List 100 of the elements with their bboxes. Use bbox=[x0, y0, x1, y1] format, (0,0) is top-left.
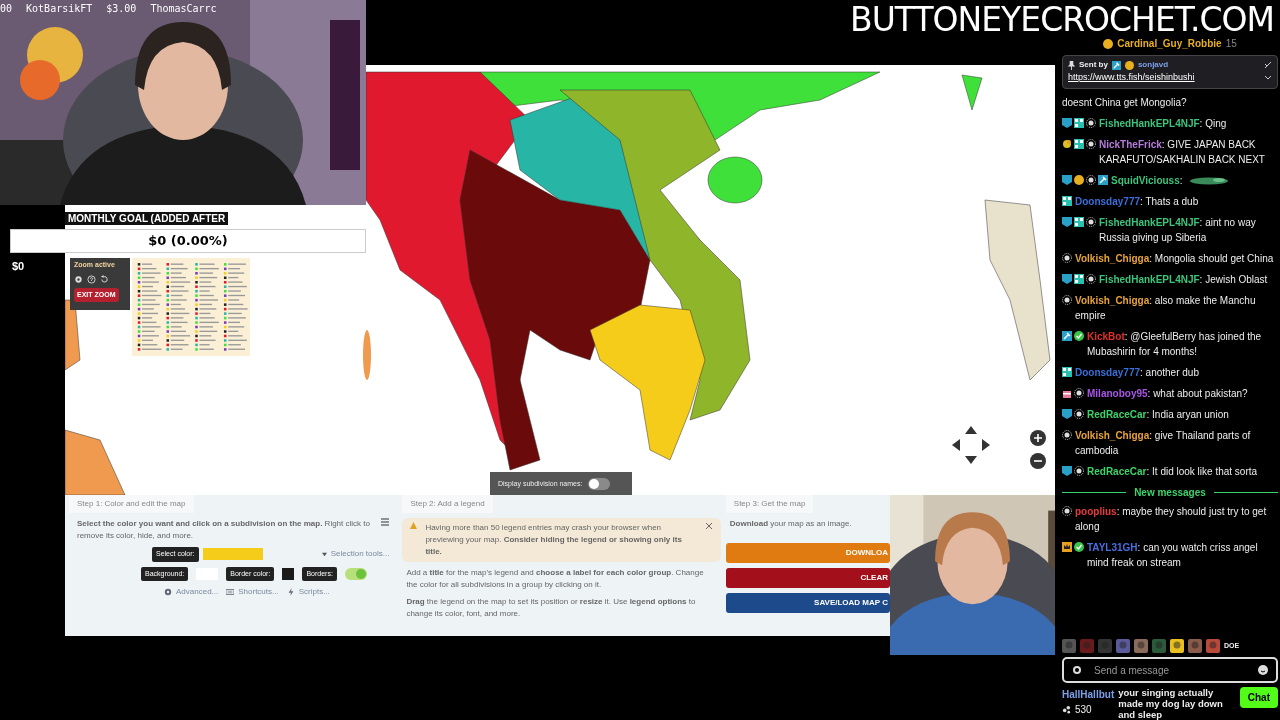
shield-badge-icon bbox=[1062, 216, 1072, 227]
coin-badge-icon bbox=[1074, 174, 1084, 185]
chat-message: NickTheFrick: GIVE JAPAN BACK KARAFUTO/SAKHALIN BACK NEXT bbox=[1099, 137, 1266, 167]
download-button[interactable]: DOWNLOA bbox=[725, 543, 890, 563]
selection-tools-link[interactable]: Selection tools... bbox=[330, 548, 390, 561]
chat-message: FishedHankEPL4NJF: aint no way Russia giving up Siberia bbox=[1099, 215, 1257, 245]
check-badge-icon bbox=[1074, 541, 1084, 552]
link[interactable]: https://www.tts.fish/seishinbushi bbox=[1068, 71, 1195, 85]
zoom-out-icon[interactable] bbox=[1030, 453, 1046, 469]
user-name: sonjavd bbox=[1137, 59, 1169, 71]
goal-amount: $0 (0.00%) bbox=[148, 232, 228, 251]
region-shape bbox=[65, 429, 126, 495]
zoom-in-icon[interactable] bbox=[1030, 430, 1046, 446]
chat-message: Doonsday777: another dub bbox=[1075, 365, 1200, 380]
chat-message: RedRaceCar: It did look like that sorta bbox=[1087, 464, 1259, 479]
chat-message: SquidViciouss: bbox=[1111, 173, 1183, 188]
coin-badge-icon bbox=[1124, 60, 1134, 70]
borders-toggle[interactable] bbox=[344, 567, 367, 580]
chat-message: Milanoboy95: what about pakistan? bbox=[1087, 386, 1249, 401]
chat-message: doesnt China get Mongolia? bbox=[1062, 95, 1188, 110]
shield-badge-icon bbox=[1062, 465, 1072, 476]
emoji-icon[interactable] bbox=[1258, 665, 1268, 675]
link[interactable]: Scripts... bbox=[298, 586, 330, 598]
channel-logo-text: BUTTONEYECROCHET.COM bbox=[850, 0, 1274, 39]
goal-title: MONTHLY GOAL (ADDED AFTER bbox=[65, 212, 229, 225]
emote-icon[interactable] bbox=[1170, 639, 1184, 653]
pin-icon bbox=[1068, 60, 1075, 70]
grid-badge-icon bbox=[1074, 216, 1084, 227]
step-tab[interactable]: Step 1: Color and edit the map bbox=[69, 495, 194, 513]
warning-icon bbox=[410, 522, 418, 529]
count-text: 15 bbox=[1225, 37, 1237, 51]
help-icon[interactable] bbox=[87, 274, 96, 284]
instruction-text: Download your map as an image. bbox=[728, 518, 853, 530]
reset-icon[interactable] bbox=[100, 274, 109, 284]
chevron-down-icon[interactable] bbox=[1264, 73, 1272, 82]
menu-icon[interactable] bbox=[381, 518, 390, 526]
warning-text: Having more than 50 legend entries may crash your browser when previewing your map. Consider hiding the legend or showing only its title. bbox=[425, 522, 683, 558]
save-load-button[interactable]: SAVE/LOAD MAP C bbox=[725, 593, 890, 613]
bolt-icon bbox=[286, 588, 295, 596]
instruction-text: Select the color you want and click on a subdivision on the map. Right click to remove its color, hide, and more. bbox=[77, 518, 371, 542]
caret-icon bbox=[321, 551, 327, 557]
grid-badge-icon bbox=[1074, 117, 1084, 128]
chat-message: FishedHankEPL4NJF: Qing bbox=[1099, 116, 1228, 131]
close-icon[interactable] bbox=[704, 522, 713, 530]
link[interactable]: Shortcuts... bbox=[238, 586, 279, 598]
burst-badge-icon bbox=[1062, 252, 1072, 263]
hammer-badge-icon bbox=[1062, 330, 1072, 341]
emote-picker-icon[interactable] bbox=[1072, 665, 1082, 675]
pinned-label: Sent by bbox=[1079, 59, 1108, 71]
selected-color-swatch[interactable] bbox=[202, 548, 263, 561]
step-tab[interactable]: Step 3: Get the map bbox=[725, 495, 814, 513]
pan-arrows-icon[interactable] bbox=[950, 424, 992, 466]
cheer-badge-icon bbox=[1062, 138, 1072, 149]
ticker-text: KotBarsikFT bbox=[26, 2, 93, 16]
shield-badge-icon bbox=[1062, 408, 1072, 419]
clear-button[interactable]: CLEAR bbox=[725, 568, 890, 588]
chat-message: FishedHankEPL4NJF: Jewish Oblast bbox=[1099, 272, 1269, 287]
user-name: HallHallbut bbox=[1062, 688, 1115, 702]
chat-message: Volkish_Chigga: also make the Manchu empire bbox=[1075, 293, 1257, 323]
chat-message: RedRaceCar: India aryan union bbox=[1087, 407, 1230, 422]
instruction-text: Drag the legend on the map to set its position or resize it. Use legend options to change its color, font, and more. bbox=[405, 596, 697, 620]
chat-message: pooplius: maybe they should just try to get along bbox=[1075, 504, 1268, 534]
grid-badge-icon bbox=[1074, 273, 1084, 284]
chat-message: Doonsday777: Thats a dub bbox=[1075, 194, 1200, 209]
grid-badge-icon bbox=[1074, 138, 1084, 149]
ticker-text: $3.00 bbox=[106, 2, 137, 16]
ticker-text: 00 bbox=[0, 2, 13, 16]
chat-message: Volkish_Chigga: Mongolia should get China bbox=[1075, 251, 1275, 266]
burst-badge-icon bbox=[1074, 408, 1084, 419]
grid-badge-icon bbox=[1062, 195, 1072, 206]
user-name: Cardinal_Guy_Robbie bbox=[1117, 37, 1222, 51]
island-shape bbox=[961, 74, 983, 111]
keyboard-icon bbox=[226, 588, 235, 596]
burst-badge-icon bbox=[1086, 138, 1096, 149]
burst-badge-icon bbox=[1086, 174, 1096, 185]
burst-badge-icon bbox=[1062, 429, 1072, 440]
step-tab[interactable]: Step 2: Add a legend bbox=[402, 495, 493, 513]
chat-button[interactable]: Chat bbox=[1239, 687, 1278, 708]
border-color-swatch[interactable] bbox=[282, 567, 295, 580]
burst-badge-icon bbox=[1074, 387, 1084, 398]
unpin-icon[interactable] bbox=[1264, 61, 1272, 69]
chat-message: KickBot: @GleefulBerry has joined the Mubashirin for 4 months! bbox=[1087, 329, 1263, 359]
hammer-badge-icon bbox=[1111, 60, 1121, 70]
instruction-text: Add a title for the map's legend and choose a label for each color group. Change the color for all subdivisions in a group by clicking on it. bbox=[405, 567, 705, 591]
burst-badge-icon bbox=[1062, 505, 1072, 516]
settings-icon[interactable] bbox=[74, 274, 83, 284]
chat-message: TAYL31GH: can you watch criss angel mind freak on stream bbox=[1087, 540, 1259, 570]
shield-badge-icon bbox=[1062, 117, 1072, 128]
tts-message-text: your singing actually made my dog lay down and sleep bbox=[1118, 687, 1224, 720]
check-badge-icon bbox=[1074, 330, 1084, 341]
subdivision-names-toggle[interactable] bbox=[588, 478, 611, 490]
message-input-field[interactable]: Send a message bbox=[1062, 657, 1278, 683]
chat-message: Volkish_Chigga: give Thailand parts of cambodia bbox=[1075, 428, 1252, 458]
gear-icon bbox=[164, 588, 172, 596]
points-count: 530 bbox=[1075, 703, 1092, 717]
burst-badge-icon bbox=[1062, 294, 1072, 305]
shield-badge-icon bbox=[1062, 273, 1072, 284]
burst-badge-icon bbox=[1086, 273, 1096, 284]
hammer-badge-icon bbox=[1098, 174, 1108, 185]
link[interactable]: Advanced... bbox=[176, 586, 219, 598]
